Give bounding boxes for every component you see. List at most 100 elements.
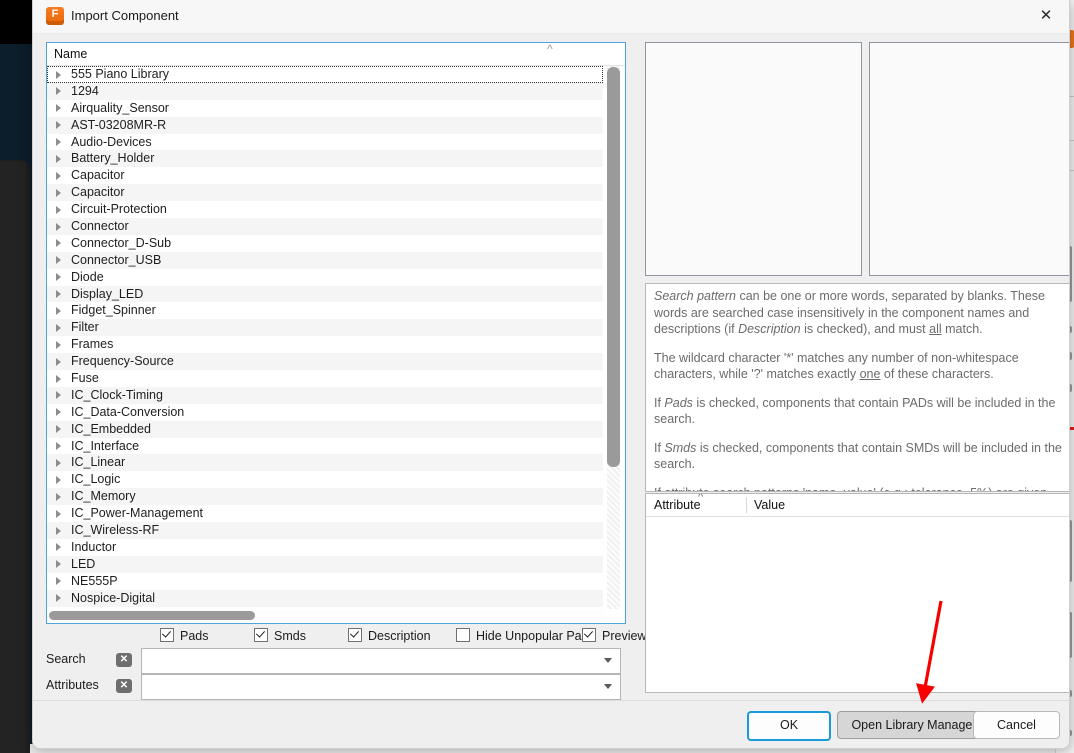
triangle-right-icon[interactable] <box>56 458 61 467</box>
triangle-right-icon[interactable] <box>56 256 61 265</box>
cancel-button[interactable]: Cancel <box>973 711 1060 739</box>
tree-item[interactable]: Connector <box>47 218 603 235</box>
triangle-right-icon[interactable] <box>56 323 61 332</box>
triangle-right-icon[interactable] <box>56 509 61 518</box>
tree-item[interactable]: Airquality_Sensor <box>47 100 603 117</box>
triangle-right-icon[interactable] <box>56 138 61 147</box>
triangle-right-icon[interactable] <box>56 340 61 349</box>
tree-item[interactable]: IC_Interface <box>47 438 603 455</box>
close-icon[interactable]: ✕ <box>1023 0 1069 32</box>
tree-column-header[interactable]: Name ^ <box>47 43 625 66</box>
tree-item[interactable]: IC_Wireless-RF <box>47 522 603 539</box>
triangle-right-icon[interactable] <box>56 526 61 535</box>
triangle-right-icon[interactable] <box>56 374 61 383</box>
checkbox-indicator[interactable] <box>456 628 470 642</box>
attributes-table-header[interactable]: Attribute ^ Value <box>646 494 1069 517</box>
checkbox-indicator[interactable] <box>348 628 362 642</box>
triangle-right-icon[interactable] <box>56 475 61 484</box>
triangle-right-icon[interactable] <box>56 222 61 231</box>
chevron-down-icon[interactable] <box>604 658 612 663</box>
tree-item-label: Inductor <box>71 539 117 554</box>
chevron-down-icon[interactable] <box>604 684 612 689</box>
search-clear-icon[interactable]: ✕ <box>116 653 132 667</box>
tree-item[interactable]: Nospice-Digital <box>47 589 603 607</box>
triangle-right-icon[interactable] <box>56 594 61 603</box>
tree-item[interactable]: Diode <box>47 269 603 286</box>
checkbox-smds[interactable]: Smds <box>254 628 306 643</box>
tree-item[interactable]: 1294 <box>47 82 603 100</box>
triangle-right-icon[interactable] <box>56 205 61 214</box>
triangle-right-icon[interactable] <box>56 104 61 113</box>
tree-item[interactable]: IC_Embedded <box>47 420 603 438</box>
tree-item[interactable]: IC_Linear <box>47 454 603 472</box>
tree-hscroll-thumb[interactable] <box>49 611 255 620</box>
tree-item[interactable]: Fuse <box>47 370 603 387</box>
attributes-table-panel: Attribute ^ Value <box>645 493 1069 693</box>
tree-item-label: Filter <box>71 320 99 335</box>
checkbox-indicator[interactable] <box>160 628 174 642</box>
triangle-right-icon[interactable] <box>56 357 61 366</box>
triangle-right-icon[interactable] <box>56 408 61 417</box>
attributes-column-value[interactable]: Value <box>754 498 785 512</box>
checkbox-indicator[interactable] <box>254 628 268 642</box>
triangle-right-icon[interactable] <box>56 273 61 282</box>
triangle-right-icon[interactable] <box>56 577 61 586</box>
triangle-right-icon[interactable] <box>56 442 61 451</box>
column-divider[interactable] <box>746 497 747 513</box>
open-library-manager-button[interactable]: Open Library Manager <box>837 711 991 739</box>
tree-item[interactable]: Capacitor <box>47 184 603 202</box>
triangle-right-icon[interactable] <box>56 239 61 248</box>
triangle-right-icon[interactable] <box>56 290 61 299</box>
checkbox-indicator[interactable] <box>582 628 596 642</box>
tree-horizontal-scrollbar[interactable] <box>48 610 603 622</box>
triangle-right-icon[interactable] <box>56 560 61 569</box>
tree-item[interactable]: NE555P <box>47 573 603 590</box>
attributes-column-attribute[interactable]: Attribute <box>654 498 701 512</box>
tree-item[interactable]: IC_Clock-Timing <box>47 386 603 404</box>
tree-item[interactable]: IC_Logic <box>47 471 603 488</box>
tree-item[interactable]: Fidget_Spinner <box>47 302 603 319</box>
triangle-right-icon[interactable] <box>56 154 61 163</box>
tree-item[interactable]: Frames <box>47 336 603 353</box>
tree-item[interactable]: LED <box>47 555 603 573</box>
tree-item[interactable]: 555 Piano Library <box>47 66 603 83</box>
tree-item-label: Capacitor <box>71 185 125 200</box>
tree-item[interactable]: Circuit-Protection <box>47 201 603 218</box>
triangle-right-icon[interactable] <box>56 492 61 501</box>
tree-item[interactable]: AST-03208MR-R <box>47 116 603 134</box>
triangle-right-icon[interactable] <box>56 171 61 180</box>
checkbox-description[interactable]: Description <box>348 628 431 643</box>
tree-item-label: Circuit-Protection <box>71 202 167 217</box>
tree-item[interactable]: Audio-Devices <box>47 134 603 151</box>
tree-item[interactable]: Frequency-Source <box>47 353 603 371</box>
tree-item-label: IC_Memory <box>71 489 136 504</box>
triangle-right-icon[interactable] <box>56 306 61 315</box>
tree-item[interactable]: IC_Memory <box>47 488 603 506</box>
tree-item[interactable]: Inductor <box>47 539 603 556</box>
triangle-right-icon[interactable] <box>56 70 61 79</box>
tree-item[interactable]: IC_Power-Management <box>47 505 603 522</box>
triangle-right-icon[interactable] <box>56 87 61 96</box>
tree-item[interactable]: IC_Data-Conversion <box>47 404 603 421</box>
triangle-right-icon[interactable] <box>56 188 61 197</box>
tree-item[interactable]: Display_LED <box>47 285 603 303</box>
triangle-right-icon[interactable] <box>56 121 61 130</box>
checkbox-hide-unpopular-parts[interactable]: Hide Unpopular Parts <box>456 628 596 643</box>
tree-vscroll-thumb[interactable] <box>607 67 620 467</box>
library-tree-list[interactable]: 555 Piano Library 1294 Airquality_Sensor AS… <box>47 66 603 609</box>
checkbox-preview[interactable]: Preview <box>582 628 646 643</box>
search-input[interactable] <box>141 648 621 674</box>
attributes-input[interactable] <box>141 674 621 700</box>
checkbox-pads[interactable]: Pads <box>160 628 209 643</box>
tree-item[interactable]: Filter <box>47 319 603 337</box>
ok-button[interactable]: OK <box>747 711 831 741</box>
tree-item[interactable]: Connector_D-Sub <box>47 235 603 252</box>
triangle-right-icon[interactable] <box>56 391 61 400</box>
triangle-right-icon[interactable] <box>56 543 61 552</box>
tree-vertical-scrollbar[interactable] <box>604 66 624 609</box>
tree-item[interactable]: Capacitor <box>47 167 603 184</box>
tree-item[interactable]: Battery_Holder <box>47 150 603 168</box>
attributes-clear-icon[interactable]: ✕ <box>116 679 132 693</box>
tree-item[interactable]: Connector_USB <box>47 251 603 269</box>
triangle-right-icon[interactable] <box>56 425 61 434</box>
